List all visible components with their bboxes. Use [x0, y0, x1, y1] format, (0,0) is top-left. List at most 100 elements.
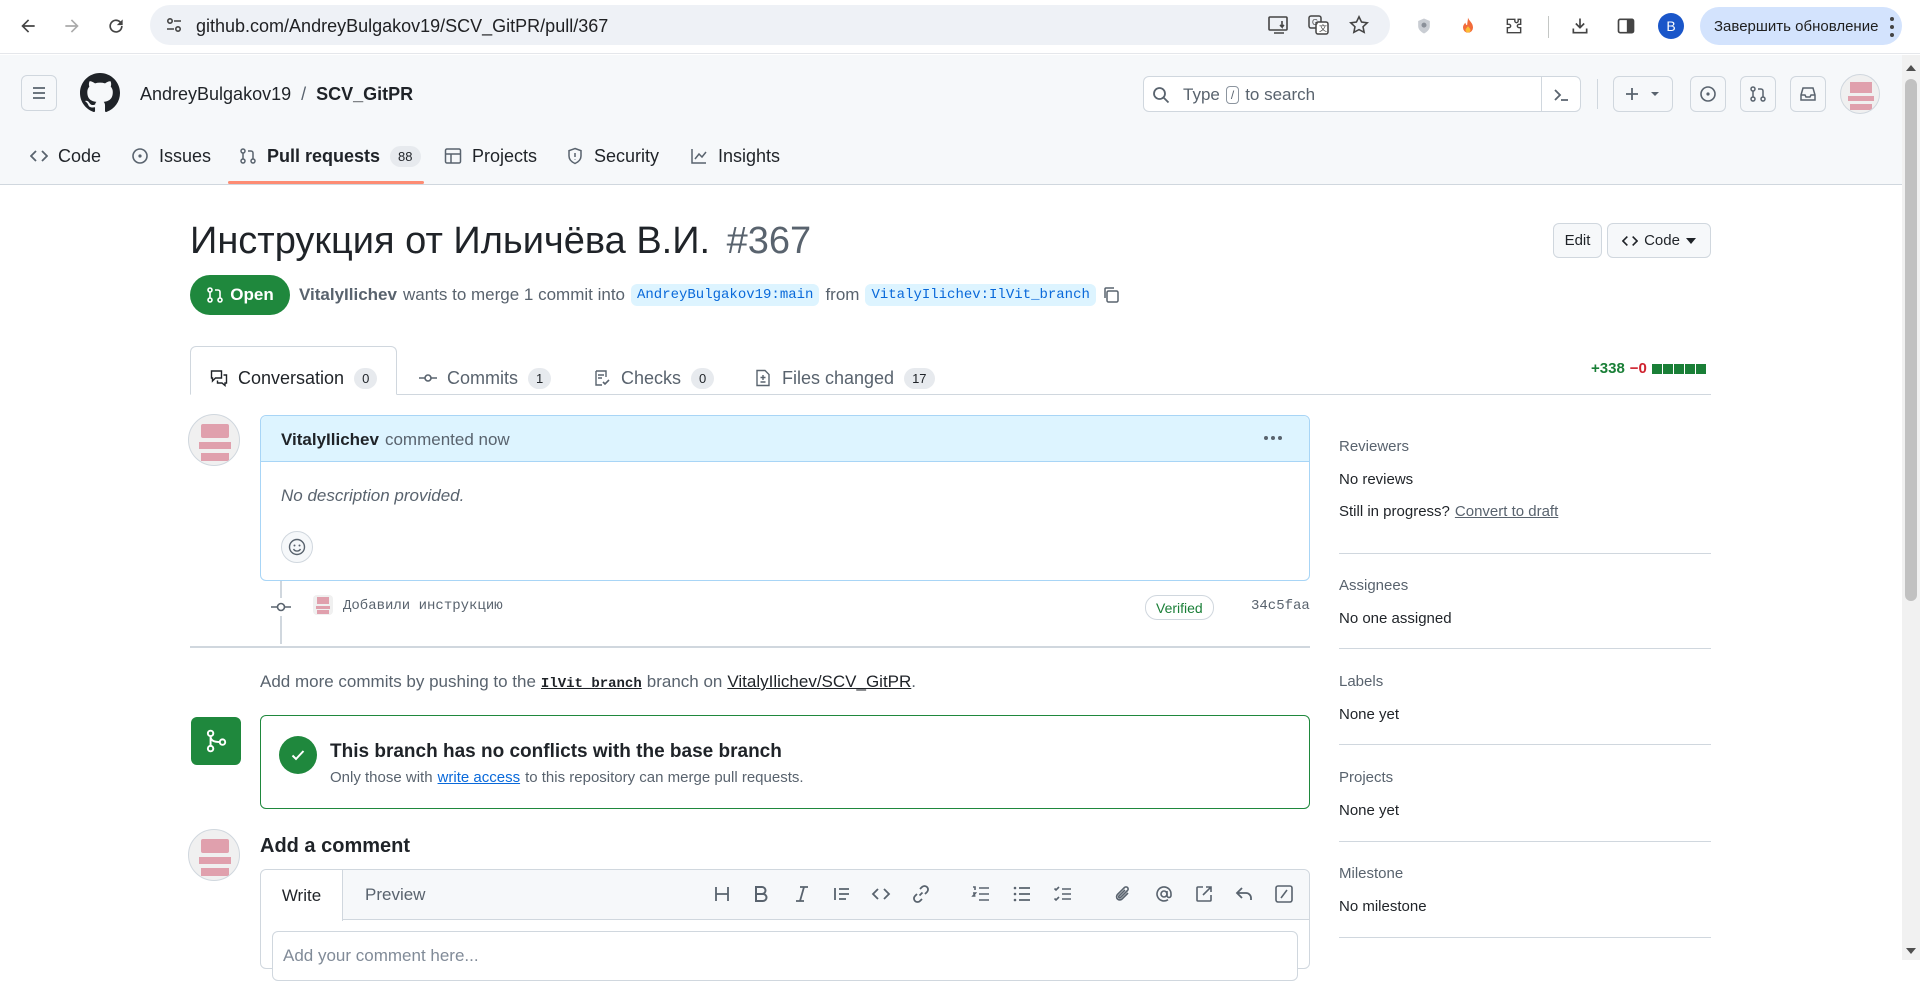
tab-pull-requests[interactable]: Pull requests 88	[239, 136, 421, 176]
add-reaction-button[interactable]	[281, 531, 313, 563]
commit-author-avatar[interactable]	[313, 595, 333, 615]
scroll-up-arrow[interactable]	[1906, 65, 1916, 71]
link-icon[interactable]	[909, 882, 933, 906]
verified-badge[interactable]: Verified	[1145, 595, 1214, 620]
user-avatar[interactable]	[1840, 74, 1880, 114]
tab-security[interactable]: Security	[566, 136, 659, 176]
command-palette-icon[interactable]	[1552, 86, 1570, 104]
search-suffix: to search	[1245, 85, 1316, 104]
bold-icon[interactable]	[749, 882, 773, 906]
projects-heading[interactable]: Projects	[1339, 769, 1393, 786]
code-dropdown-button[interactable]: Code	[1607, 223, 1711, 258]
inbox-icon[interactable]	[1790, 76, 1826, 112]
preview-tab[interactable]: Preview	[365, 885, 425, 905]
edit-button[interactable]: Edit	[1553, 223, 1602, 258]
hamburger-menu-icon[interactable]	[21, 75, 57, 111]
write-access-link[interactable]: write access	[438, 769, 521, 786]
milestone-heading[interactable]: Milestone	[1339, 865, 1403, 882]
sidebar-divider	[1339, 937, 1711, 938]
scrollbar-thumb[interactable]	[1905, 79, 1917, 601]
cross-reference-icon[interactable]	[1192, 882, 1216, 906]
write-tab[interactable]: Write	[261, 870, 343, 921]
scroll-down-arrow[interactable]	[1906, 948, 1916, 954]
page-scrollbar[interactable]	[1902, 55, 1920, 960]
github-logo-icon[interactable]	[80, 73, 120, 113]
slash-commands-icon[interactable]	[1272, 882, 1296, 906]
tab-projects[interactable]: Projects	[444, 136, 537, 176]
pr-author-link[interactable]: VitalyIlichev	[299, 285, 397, 305]
side-panel-icon[interactable]	[1610, 10, 1642, 42]
address-bar[interactable]: github.com/AndreyBulgakov19/SCV_GitPR/pu…	[150, 5, 1390, 45]
task-list-icon[interactable]	[1051, 882, 1075, 906]
pull-requests-icon[interactable]	[1740, 76, 1776, 112]
diffstat-bar	[1651, 363, 1706, 374]
extension-shield-icon[interactable]	[1408, 10, 1440, 42]
tab-code[interactable]: Code	[30, 136, 101, 176]
comment-textarea[interactable]: Add your comment here...	[272, 931, 1298, 981]
tab-conversation[interactable]: Conversation 0	[210, 360, 378, 396]
italic-icon[interactable]	[790, 882, 814, 906]
back-icon[interactable]	[12, 10, 44, 42]
merge-status-box: This branch has no conflicts with the ba…	[260, 715, 1310, 809]
reviewers-heading[interactable]: Reviewers	[1339, 438, 1409, 455]
site-info-icon[interactable]	[164, 15, 184, 35]
tab-files-changed[interactable]: Files changed 17	[754, 360, 935, 396]
browser-menu-icon[interactable]	[1886, 14, 1898, 40]
update-button[interactable]: Завершить обновление	[1700, 7, 1902, 45]
issues-icon[interactable]	[1690, 76, 1726, 112]
pull-request-icon	[240, 148, 256, 164]
breadcrumb-repo[interactable]: SCV_GitPR	[316, 84, 413, 105]
kebab-menu-icon[interactable]	[1261, 428, 1285, 448]
attach-icon[interactable]	[1111, 882, 1135, 906]
comment-header-text: VitalyIlichev commented now	[281, 430, 510, 450]
bookmark-star-icon[interactable]	[1348, 14, 1370, 36]
labels-heading[interactable]: Labels	[1339, 673, 1383, 690]
install-app-icon[interactable]	[1268, 15, 1290, 35]
mention-icon[interactable]	[1152, 882, 1176, 906]
pr-meta: VitalyIlichev wants to merge 1 commit in…	[299, 284, 1120, 306]
tab-issues-label: Issues	[159, 145, 212, 166]
add-comment-title: Add a comment	[260, 835, 411, 857]
convert-to-draft-link[interactable]: Convert to draft	[1455, 503, 1558, 520]
comment-author-avatar[interactable]	[188, 414, 240, 466]
extensions-puzzle-icon[interactable]	[1498, 10, 1530, 42]
saved-reply-icon[interactable]	[1232, 882, 1256, 906]
comment-author[interactable]: VitalyIlichev	[281, 430, 379, 450]
extension-fire-icon[interactable]	[1452, 10, 1484, 42]
tab-commits[interactable]: Commits 1	[419, 360, 552, 396]
forward-icon[interactable]	[56, 10, 88, 42]
translate-icon[interactable]: G文	[1308, 15, 1330, 35]
tab-insights[interactable]: Insights	[690, 136, 780, 176]
commit-message[interactable]: Добавили инструкцию	[343, 598, 503, 614]
comment-meta[interactable]: commented now	[385, 430, 510, 450]
merge-status-subtitle: Only those with write access to this rep…	[330, 769, 804, 786]
breadcrumb-owner[interactable]: AndreyBulgakov19	[140, 84, 291, 105]
push-hint-repo[interactable]: VitalyIlichev/SCV_GitPR	[727, 672, 911, 692]
create-new-button[interactable]	[1613, 76, 1673, 112]
search-input[interactable]: Type / to search	[1143, 76, 1581, 112]
heading-icon[interactable]	[710, 882, 734, 906]
reload-icon[interactable]	[100, 10, 132, 42]
commit-sha[interactable]: 34c5faa	[1251, 598, 1310, 614]
svg-text:文: 文	[1319, 23, 1327, 33]
copy-icon[interactable]	[1102, 286, 1120, 304]
current-user-avatar[interactable]	[188, 829, 240, 881]
comment-header: VitalyIlichev commented now	[261, 416, 1309, 462]
tab-checks[interactable]: Checks 0	[593, 360, 715, 396]
downloads-icon[interactable]	[1564, 10, 1596, 42]
unordered-list-icon[interactable]	[1010, 882, 1034, 906]
head-branch-label[interactable]: VitalyIlichev:IlVit_branch	[865, 284, 1096, 306]
assignees-heading[interactable]: Assignees	[1339, 577, 1408, 594]
quote-icon[interactable]	[830, 882, 854, 906]
file-diff-icon	[756, 369, 770, 387]
tab-files-changed-label: Files changed	[782, 367, 895, 388]
base-branch-label[interactable]: AndreyBulgakov19:main	[631, 284, 820, 306]
profile-avatar[interactable]: B	[1658, 13, 1684, 39]
tab-commits-label: Commits	[447, 367, 518, 388]
milestone-value: No milestone	[1339, 898, 1427, 915]
code-icon[interactable]	[869, 882, 893, 906]
pr-number: #367	[726, 220, 812, 262]
push-hint-branch[interactable]: IlVit_branch	[541, 676, 642, 692]
ordered-list-icon[interactable]	[969, 882, 993, 906]
tab-issues[interactable]: Issues	[131, 136, 211, 176]
